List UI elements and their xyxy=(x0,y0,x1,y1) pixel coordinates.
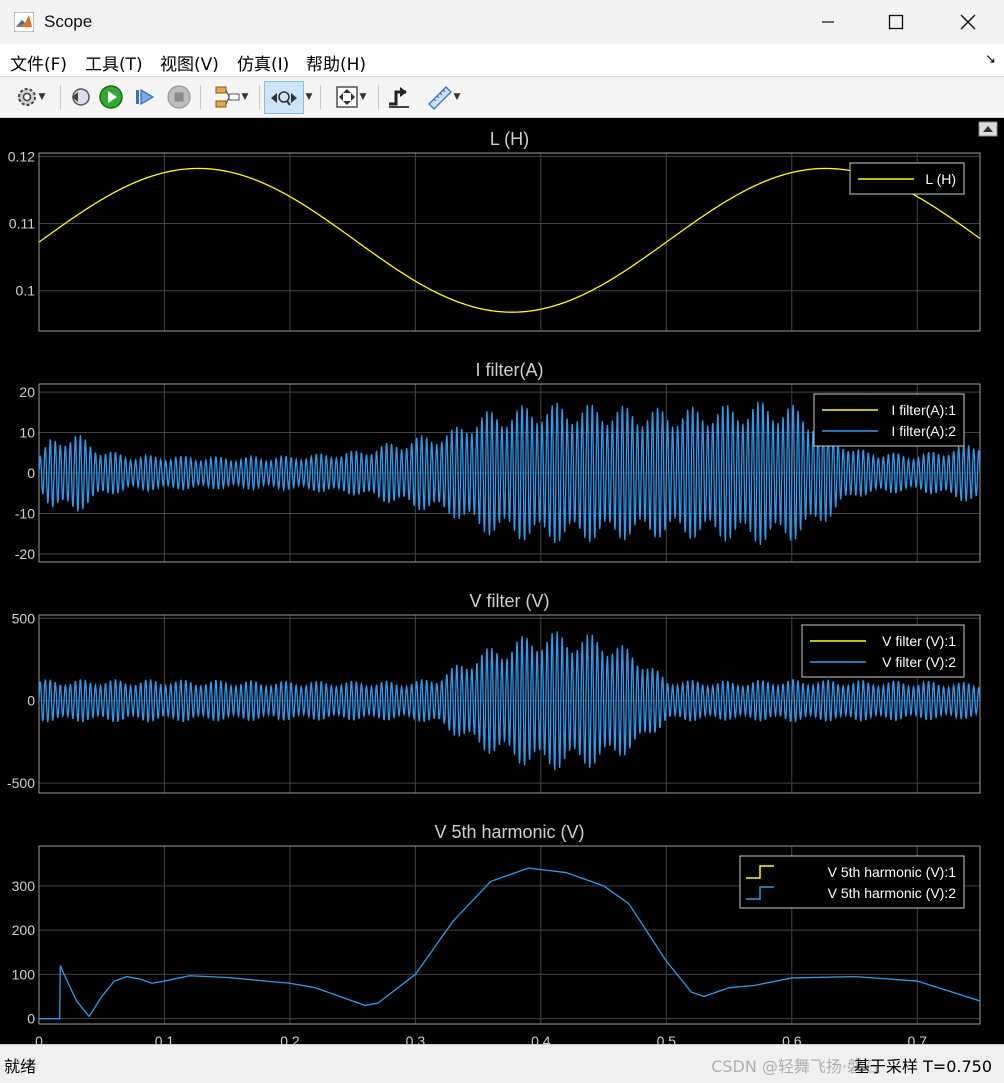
y-tick-label: 100 xyxy=(12,966,36,982)
y-tick-label: 0 xyxy=(27,693,35,709)
status-ready: 就绪 xyxy=(4,1057,37,1076)
minimize-icon xyxy=(822,21,834,23)
menu-help[interactable]: 帮助(H) xyxy=(306,50,366,75)
y-tick-label: -10 xyxy=(15,505,35,521)
run-button[interactable] xyxy=(97,81,125,113)
x-tick-label: 0 xyxy=(35,1033,43,1044)
chevron-down-icon[interactable]: ▼ xyxy=(304,81,314,113)
stop-icon xyxy=(167,85,191,109)
step-back-button[interactable] xyxy=(66,81,94,113)
y-tick-label: 10 xyxy=(19,425,35,441)
legend-label: L (H) xyxy=(925,171,956,187)
legend-label: V 5th harmonic (V):2 xyxy=(828,885,957,901)
step-forward-icon xyxy=(136,88,155,106)
legend-label: V filter (V):2 xyxy=(882,654,956,670)
close-icon xyxy=(960,14,976,30)
toolbar-divider xyxy=(320,85,321,109)
signal-select-icon xyxy=(215,86,240,108)
y-tick-label: 0 xyxy=(27,1011,35,1027)
fit-to-view-icon xyxy=(335,86,358,108)
toolbar-divider xyxy=(378,85,379,109)
zoom-time-button[interactable] xyxy=(264,81,304,114)
minimize-button[interactable] xyxy=(800,0,856,44)
plot-title: V filter (V) xyxy=(469,591,549,611)
measurements-button[interactable]: ▼ xyxy=(418,81,468,113)
toolbar: ▼ ▼ ▼ ▼ ▼ xyxy=(0,77,1004,118)
maximize-icon xyxy=(888,14,904,30)
chevron-down-icon: ▼ xyxy=(241,92,249,102)
toolbar-divider xyxy=(200,85,201,109)
y-tick-label: 300 xyxy=(12,878,36,894)
x-tick-label: 0.5 xyxy=(657,1033,677,1044)
maximize-button[interactable] xyxy=(868,0,924,44)
x-tick-label: 0.3 xyxy=(406,1033,426,1044)
legend-label: V filter (V):1 xyxy=(882,633,956,649)
x-tick-label: 0.1 xyxy=(155,1033,175,1044)
y-tick-label: -20 xyxy=(15,546,35,562)
triggers-icon xyxy=(389,87,409,108)
signal-select-button[interactable]: ▼ xyxy=(206,81,256,113)
y-tick-label: 20 xyxy=(19,384,35,400)
plot-title: L (H) xyxy=(490,129,529,149)
x-tick-label: 0.4 xyxy=(531,1033,551,1044)
legend-label: I filter(A):1 xyxy=(891,402,956,418)
stop-button[interactable] xyxy=(165,81,193,113)
close-button[interactable] xyxy=(940,0,996,44)
gear-icon xyxy=(17,88,36,106)
settings-button[interactable]: ▼ xyxy=(6,81,54,113)
menu-simulation[interactable]: 仿真(I) xyxy=(237,50,289,75)
legend-label: I filter(A):2 xyxy=(891,423,956,439)
chevron-down-icon: ▼ xyxy=(453,92,461,102)
plot-title: I filter(A) xyxy=(475,360,543,380)
status-bar: 就绪 CSDN @轻舞飞扬·磐石 基于采样 T=0.750 xyxy=(0,1044,1004,1083)
y-tick-label: 500 xyxy=(12,610,36,626)
triggers-button[interactable] xyxy=(384,81,414,113)
scope-plots[interactable]: L (H) 0.1 0.11 0.12 L (H) I filter(A) -20 -10 0 1… xyxy=(0,118,1004,1049)
fit-to-view-button[interactable]: ▼ xyxy=(326,81,374,113)
chevron-down-icon: ▼ xyxy=(359,92,367,102)
y-tick-label: 0 xyxy=(27,465,35,481)
plot-frame xyxy=(38,152,981,332)
menu-bar: 文件(F) 工具(T) 视图(V) 仿真(I) 帮助(H) ↘ xyxy=(0,44,1004,77)
step-back-icon xyxy=(72,88,90,106)
measurements-icon xyxy=(427,86,452,110)
chevron-down-icon: ▼ xyxy=(38,92,46,102)
menu-view[interactable]: 视图(V) xyxy=(160,50,219,75)
y-tick-label: 0.12 xyxy=(8,148,35,164)
step-forward-button[interactable] xyxy=(131,81,159,113)
zoom-time-icon xyxy=(271,90,297,106)
title-bar: Scope xyxy=(0,0,1004,44)
x-tick-label: 0.2 xyxy=(280,1033,300,1044)
x-tick-label: 0.7 xyxy=(908,1033,928,1044)
scope-display: L (H) 0.1 0.11 0.12 L (H) I filter(A) -20 -10 0 1… xyxy=(0,118,1004,1049)
y-tick-label: 200 xyxy=(12,922,36,938)
toolbar-divider xyxy=(60,85,61,109)
menu-file[interactable]: 文件(F) xyxy=(10,50,67,75)
undock-icon[interactable]: ↘ xyxy=(985,52,996,67)
status-sample-time: 基于采样 T=0.750 xyxy=(853,1057,992,1076)
plot-title: V 5th harmonic (V) xyxy=(434,822,584,842)
matlab-icon xyxy=(14,12,34,32)
run-icon xyxy=(99,85,123,109)
y-tick-label: -500 xyxy=(7,775,35,791)
y-tick-label: 0.11 xyxy=(9,216,35,232)
window-title: Scope xyxy=(44,12,93,31)
toolbar-divider xyxy=(259,85,260,109)
x-tick-label: 0.6 xyxy=(782,1033,802,1044)
y-tick-label: 0.1 xyxy=(16,283,36,299)
legend-label: V 5th harmonic (V):1 xyxy=(828,864,957,880)
menu-tools[interactable]: 工具(T) xyxy=(85,50,143,75)
